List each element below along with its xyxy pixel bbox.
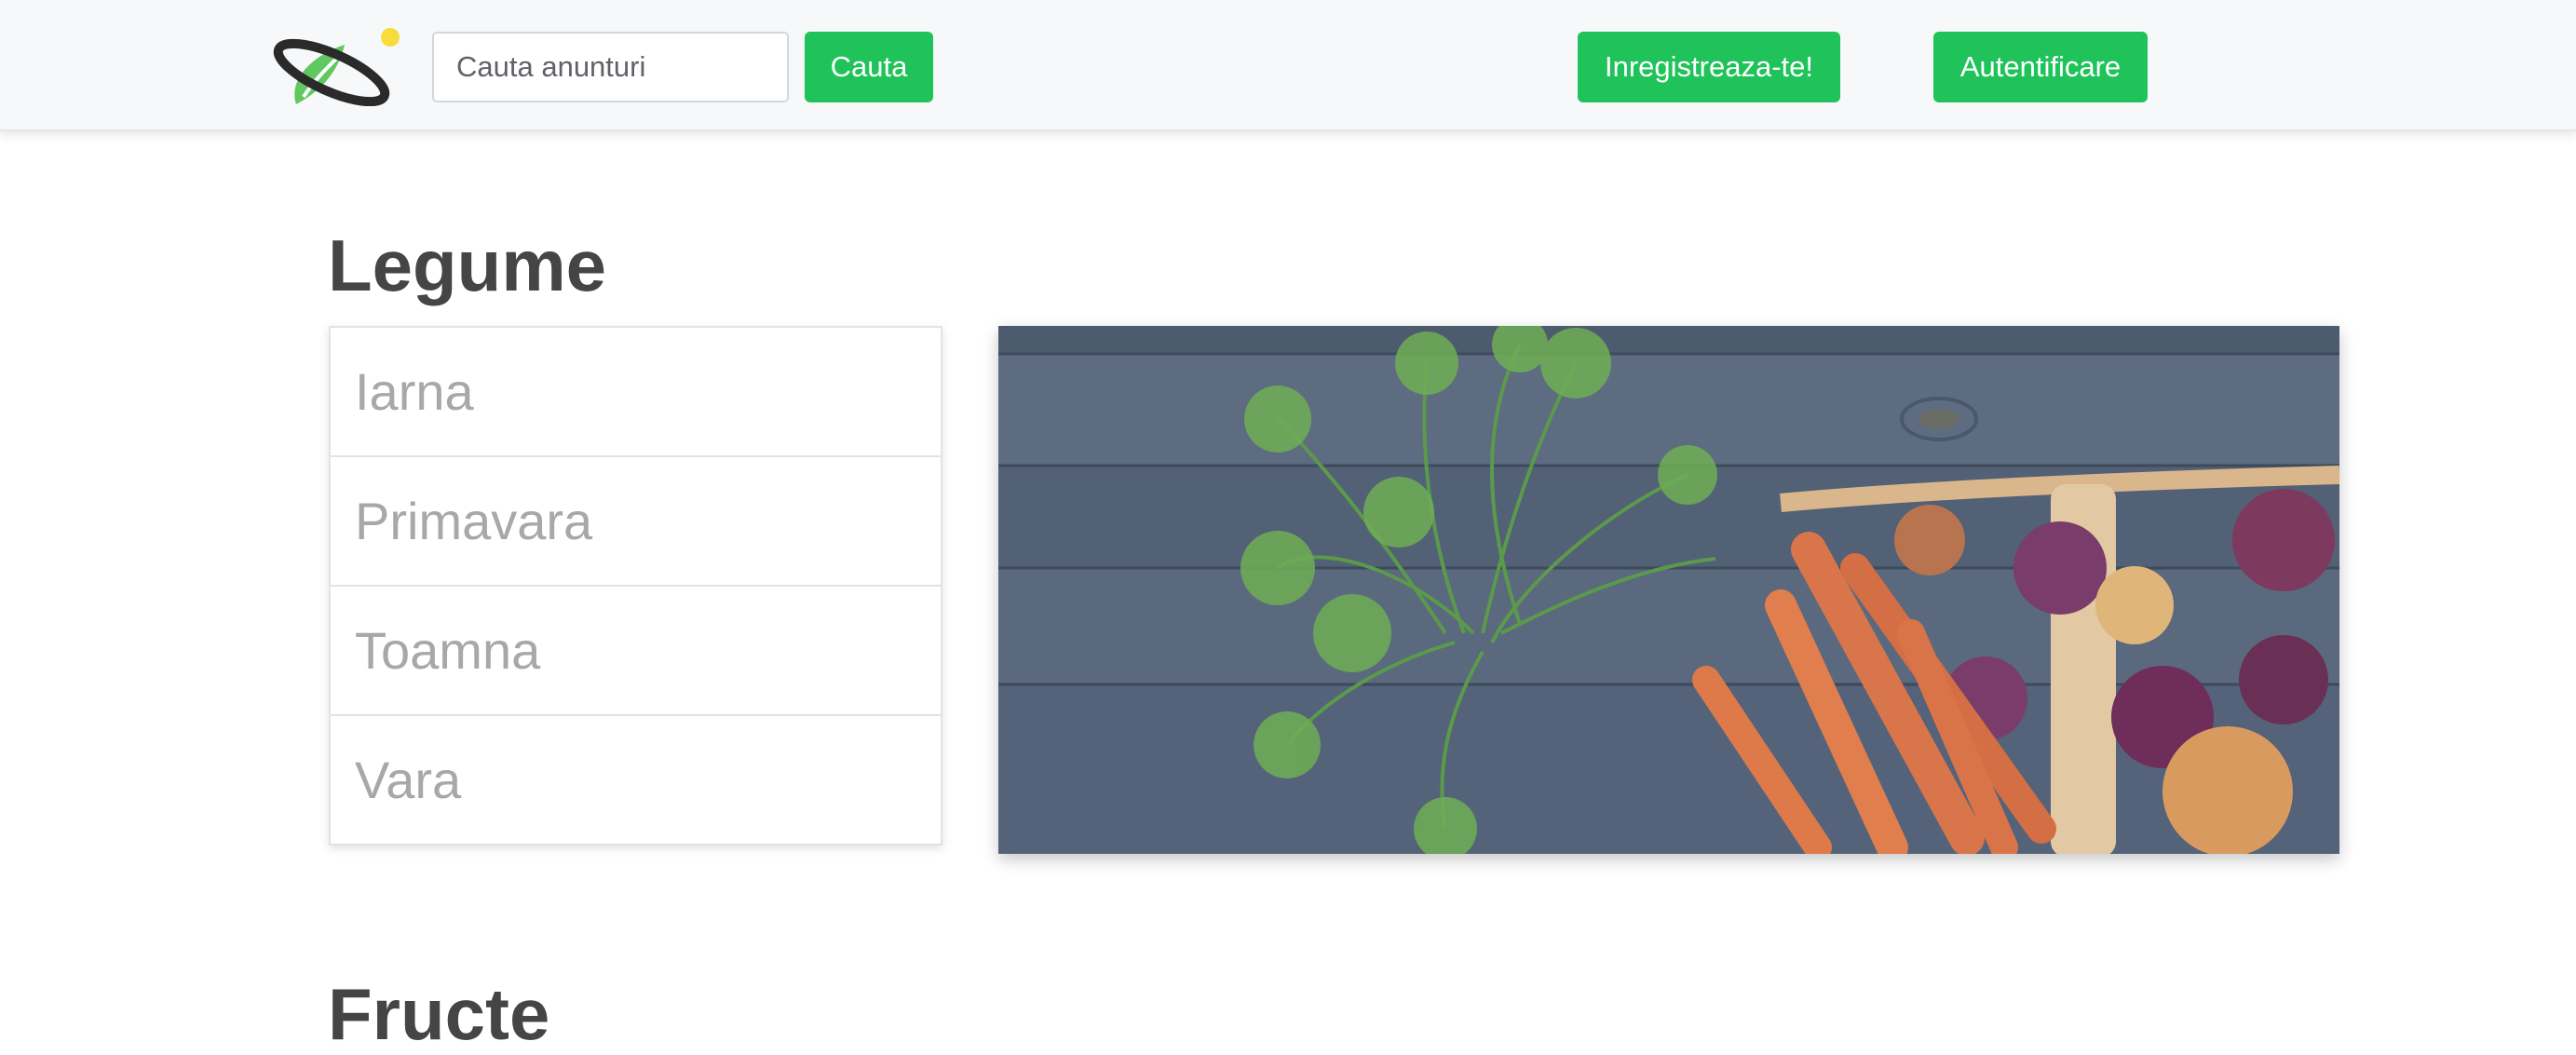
- season-item-primavara[interactable]: Primavara: [329, 455, 942, 587]
- site-logo[interactable]: [270, 26, 405, 107]
- login-button[interactable]: Autentificare: [1933, 32, 2148, 102]
- season-item-iarna[interactable]: Iarna: [329, 326, 942, 457]
- season-item-toamna[interactable]: Toamna: [329, 585, 942, 716]
- search-input[interactable]: [432, 32, 789, 102]
- search-button[interactable]: Cauta: [805, 32, 933, 102]
- register-button[interactable]: Inregistreaza-te!: [1578, 32, 1840, 102]
- section-title-legume: Legume: [328, 224, 607, 306]
- vegetables-image: [998, 326, 2339, 854]
- season-item-vara[interactable]: Vara: [329, 714, 942, 845]
- planet-leaf-logo-icon: [273, 28, 400, 107]
- section-title-fructe: Fructe: [328, 973, 550, 1055]
- season-list: Iarna Primavara Toamna Vara: [329, 326, 942, 845]
- navbar: Cauta Inregistreaza-te! Autentificare: [0, 0, 2576, 131]
